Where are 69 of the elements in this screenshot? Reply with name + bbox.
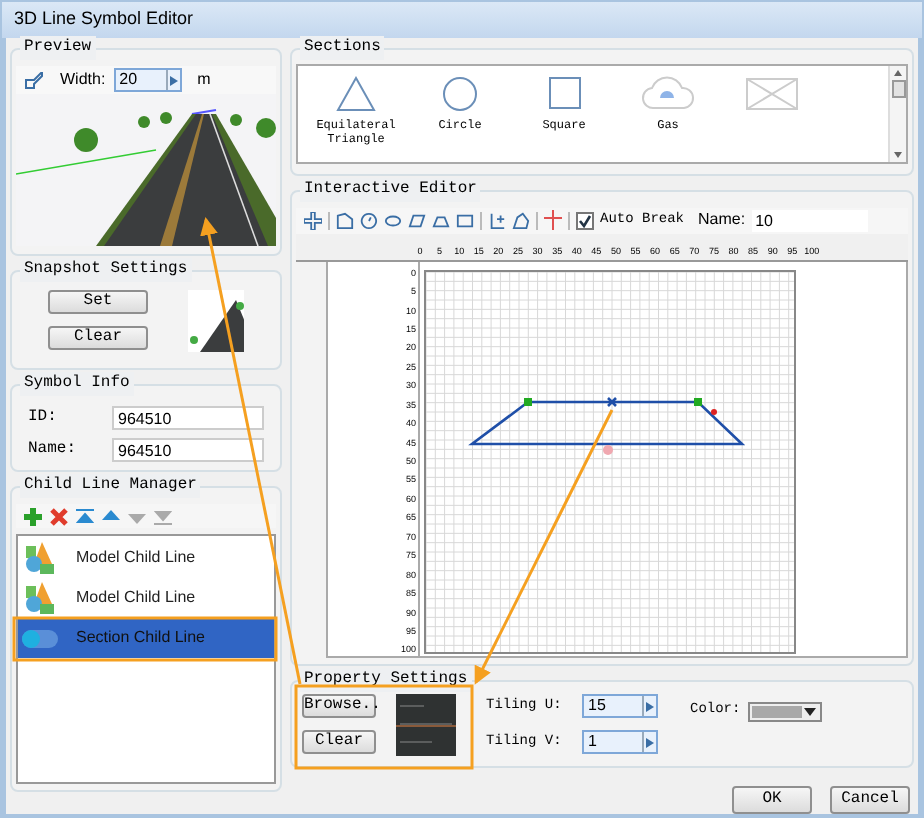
group-title: Child Line Manager <box>20 474 201 498</box>
spinner-arrow-icon[interactable] <box>165 70 180 90</box>
add-point-icon[interactable] <box>488 211 506 230</box>
triangle-icon <box>336 75 376 111</box>
width-label: Width: <box>60 68 106 92</box>
delete-icon[interactable] <box>50 507 68 525</box>
item-label: Model Child Line <box>76 546 196 570</box>
auto-break-checkbox[interactable] <box>576 211 594 230</box>
scroll-down-icon[interactable] <box>894 152 902 158</box>
add-icon[interactable] <box>24 507 42 525</box>
model-icon <box>24 542 56 574</box>
group-title: Symbol Info <box>20 372 134 396</box>
input-field[interactable]: 964510 <box>112 405 264 429</box>
dialog-button[interactable]: OK <box>732 786 812 814</box>
parallelogram-icon[interactable] <box>408 211 426 230</box>
window-title: 3D Line Symbol Editor <box>14 6 194 33</box>
group-title: Preview <box>20 36 96 60</box>
scroll-thumb[interactable] <box>891 80 905 98</box>
color-dropdown[interactable] <box>748 701 823 721</box>
tiling-input[interactable]: 1 <box>582 730 658 755</box>
texture-thumbnail-drawing <box>396 693 456 756</box>
snapshot-button[interactable]: Clear <box>48 326 148 350</box>
name-label: Name: <box>698 208 746 233</box>
group-title: Sections <box>300 36 385 60</box>
child-line-item[interactable]: Model Child Line <box>18 578 274 618</box>
pen-icon[interactable] <box>24 71 44 89</box>
group-title: Property Settings <box>300 668 472 693</box>
vertex-handle[interactable] <box>524 397 532 406</box>
spinner-arrow-icon[interactable] <box>642 732 656 753</box>
trapezoid-icon[interactable] <box>432 211 450 230</box>
field-label: Name: <box>28 437 79 461</box>
child-line-item[interactable]: Model Child Line <box>18 538 274 578</box>
rectangle-icon[interactable] <box>456 211 474 230</box>
square-icon <box>547 76 581 110</box>
field-label: ID: <box>28 405 59 429</box>
texture-button[interactable]: Browse.. <box>302 694 376 719</box>
scrollbar[interactable] <box>888 66 906 162</box>
tiling-input[interactable]: 15 <box>582 694 658 719</box>
cloud-icon <box>638 75 698 111</box>
anchor-marker <box>603 444 613 455</box>
circle-icon <box>442 75 478 111</box>
rotation-handle[interactable] <box>711 408 717 415</box>
polyline-icon[interactable] <box>336 211 354 230</box>
scroll-up-icon[interactable] <box>894 70 902 76</box>
input-field[interactable]: 964510 <box>112 437 264 461</box>
dialog-button[interactable]: Cancel <box>830 786 910 814</box>
spinner-arrow-icon[interactable] <box>642 696 656 717</box>
width-input[interactable]: 20 <box>113 68 182 92</box>
move-icon[interactable] <box>304 211 322 230</box>
edit-vertex-icon[interactable] <box>512 211 530 230</box>
item-label: Section Child Line <box>76 626 205 650</box>
vertex-handle[interactable] <box>694 397 702 406</box>
image-placeholder-icon <box>746 77 798 109</box>
group-title: Interactive Editor <box>300 177 481 202</box>
dropdown-caret-icon[interactable] <box>804 707 817 715</box>
group-title: Snapshot Settings <box>20 258 192 282</box>
name-input[interactable]: 10 <box>751 209 868 232</box>
texture-button[interactable]: Clear <box>302 730 376 755</box>
split-icon[interactable] <box>544 210 562 231</box>
midpoint-marker[interactable] <box>606 396 618 407</box>
move-top-icon[interactable] <box>76 507 94 525</box>
model-icon <box>24 582 56 614</box>
trapezoid-shape[interactable] <box>468 400 746 445</box>
move-up-icon[interactable] <box>102 507 120 525</box>
snapshot-button[interactable]: Set <box>48 290 148 314</box>
road-thumbnail-drawing <box>188 289 244 351</box>
item-label: Model Child Line <box>76 586 196 610</box>
toggle-shape-icon <box>22 629 58 647</box>
unit-label: m <box>197 68 211 92</box>
